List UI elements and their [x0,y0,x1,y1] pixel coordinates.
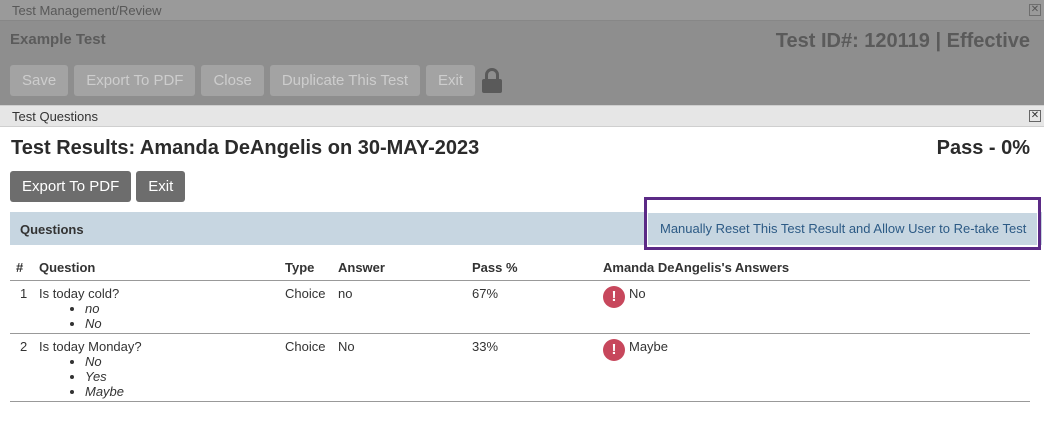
user-answer-text: No [629,286,646,301]
pass-percent: 33% [472,339,499,354]
reset-test-result-link[interactable]: Manually Reset This Test Result and Allo… [660,221,1026,236]
exit-button[interactable]: Exit [136,171,186,202]
header-number: # [16,260,24,275]
lock-icon [481,67,503,95]
close-icon[interactable]: ✕ [1029,110,1041,122]
questions-table: # Question Type Answer Pass % Amanda DeA… [10,258,1030,402]
duplicate-test-button: Duplicate This Test [269,65,421,96]
test-id-status: Test ID#: 120119 | Effective [775,30,1030,52]
option-item: No [85,316,119,331]
reset-highlight-box: Manually Reset This Test Result and Allo… [644,197,1041,250]
dialog-title: Test Questions [12,109,98,124]
background-toolbar: Save Export To PDF Close Duplicate This … [10,65,503,96]
background-window: Test Management/Review ✕ Example Test Te… [0,0,1044,105]
question-cell: Is today cold? no No [39,286,119,331]
error-icon: ! [603,286,625,308]
result-title: Test Results: Amanda DeAngelis on 30-MAY… [11,137,480,159]
question-type: Choice [285,339,326,354]
table-row: 2 Is today Monday? No Yes Maybe Choice N… [10,334,1030,402]
question-number: 1 [20,286,28,301]
question-number: 2 [20,339,28,354]
option-item: Maybe [85,384,142,399]
user-answer-text: Maybe [629,339,669,354]
user-answer: ! No [603,286,646,308]
header-user-answers: Amanda DeAngelis's Answers [603,260,790,275]
correct-answer: no [338,286,353,301]
export-to-pdf-button-background: Export To PDF [74,65,196,96]
question-text: Is today Monday? [39,339,142,354]
header-answer: Answer [338,260,385,275]
header-type: Type [285,260,315,275]
question-options: no No [39,301,119,331]
pass-percent: 67% [472,286,499,301]
exit-button-background: Exit [426,65,476,96]
question-text: Is today cold? [39,286,120,301]
correct-answer: No [338,339,355,354]
table-header: # Question Type Answer Pass % Amanda DeA… [10,258,1030,281]
export-to-pdf-button[interactable]: Export To PDF [10,171,132,202]
dialog-toolbar: Export To PDF Exit [10,171,186,202]
background-titlebar: Test Management/Review ✕ [0,0,1044,21]
test-name: Example Test [10,31,106,48]
result-status: Pass - 0% [936,137,1030,159]
dialog-titlebar: Test Questions ✕ [0,105,1044,127]
question-type: Choice [285,286,326,301]
option-item: No [85,354,142,369]
close-icon: ✕ [1029,4,1041,16]
option-item: no [85,301,119,316]
questions-section-label: Questions [20,222,84,237]
question-options: No Yes Maybe [39,354,142,399]
close-button: Close [201,65,264,96]
save-button: Save [10,65,69,96]
background-window-title: Test Management/Review [12,3,162,18]
question-cell: Is today Monday? No Yes Maybe [39,339,142,399]
header-question: Question [39,260,96,275]
user-answer: ! Maybe [603,339,668,361]
header-pass-percent: Pass % [472,260,518,275]
option-item: Yes [85,369,142,384]
table-row: 1 Is today cold? no No Choice no 67% ! N… [10,281,1030,334]
error-icon: ! [603,339,625,361]
